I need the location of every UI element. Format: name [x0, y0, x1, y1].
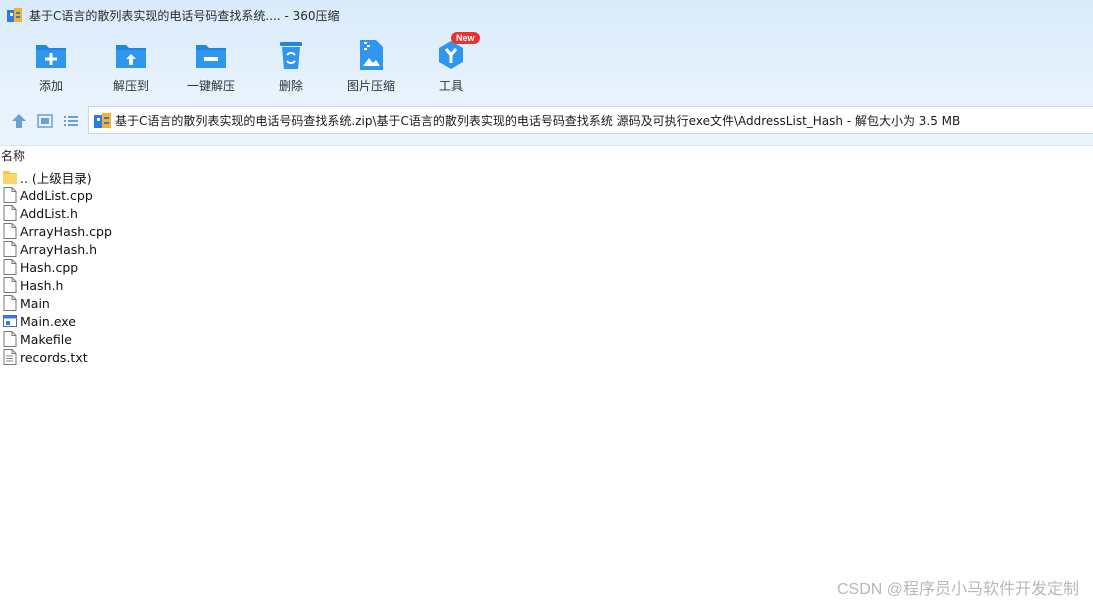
extract-to-icon	[114, 38, 148, 72]
one-click-extract-button[interactable]: 一键解压	[171, 38, 251, 98]
thumbnail-view-icon[interactable]	[36, 112, 54, 130]
file-name: .. (上级目录)	[20, 170, 92, 186]
list-item[interactable]: Hash.h	[0, 276, 400, 294]
tools-icon: New	[434, 32, 480, 72]
top-panel: 基于C语言的散列表实现的电话号码查找系统.... - 360压缩 添加 解压到 …	[0, 0, 1093, 146]
one-click-extract-icon	[194, 38, 228, 72]
new-badge: New	[451, 32, 480, 44]
executable-icon	[3, 313, 17, 329]
file-name: Hash.cpp	[20, 259, 79, 275]
file-name: ArrayHash.h	[20, 241, 98, 257]
list-item[interactable]: Hash.cpp	[0, 258, 400, 276]
image-compress-button[interactable]: 图片压缩	[331, 38, 411, 98]
tools-button[interactable]: New 工具	[411, 32, 491, 98]
list-item[interactable]: ArrayHash.cpp	[0, 222, 400, 240]
file-icon	[3, 205, 17, 221]
list-item[interactable]: records.txt	[0, 348, 400, 366]
list-item[interactable]: ArrayHash.h	[0, 240, 400, 258]
file-icon	[3, 241, 17, 257]
file-icon	[3, 223, 17, 239]
toolbar: 添加 解压到 一键解压 删除 图片压缩 New 工具	[0, 32, 700, 98]
list-item[interactable]: Main	[0, 294, 400, 312]
list-item[interactable]: AddList.cpp	[0, 186, 400, 204]
list-view-icon[interactable]	[62, 112, 80, 130]
address-bar[interactable]: 基于C语言的散列表实现的电话号码查找系统.zip\基于C语言的散列表实现的电话号…	[88, 106, 1093, 134]
list-item[interactable]: Makefile	[0, 330, 400, 348]
file-name: ArrayHash.cpp	[20, 223, 112, 239]
recycle-bin-icon	[274, 38, 308, 72]
app-window: 基于C语言的散列表实现的电话号码查找系统.... - 360压缩 添加 解压到 …	[0, 0, 1093, 607]
one-click-extract-label: 一键解压	[186, 79, 235, 93]
add-folder-icon	[34, 38, 68, 72]
list-item[interactable]: .. (上级目录)	[0, 168, 400, 186]
add-button[interactable]: 添加	[11, 38, 91, 98]
extract-to-button[interactable]: 解压到	[91, 38, 171, 98]
file-name: Main.exe	[20, 313, 76, 329]
app-logo-icon	[7, 7, 23, 23]
title-bar: 基于C语言的散列表实现的电话号码查找系统.... - 360压缩	[0, 0, 1093, 30]
file-name: Main	[20, 295, 50, 311]
file-icon	[3, 277, 17, 293]
list-item[interactable]: Main.exe	[0, 312, 400, 330]
folder-icon	[3, 169, 17, 185]
file-name: AddList.h	[20, 205, 78, 221]
window-title: 基于C语言的散列表实现的电话号码查找系统.... - 360压缩	[29, 8, 340, 23]
address-path: 基于C语言的散列表实现的电话号码查找系统.zip\基于C语言的散列表实现的电话号…	[115, 113, 961, 128]
up-arrow-icon[interactable]	[10, 112, 28, 130]
delete-label: 删除	[278, 79, 303, 93]
file-icon	[3, 187, 17, 203]
extract-to-label: 解压到	[112, 79, 149, 93]
image-compress-label: 图片压缩	[346, 79, 395, 93]
file-name: Makefile	[20, 331, 72, 347]
file-icon	[3, 259, 17, 275]
file-name: Hash.h	[20, 277, 64, 293]
file-name: records.txt	[20, 349, 88, 365]
file-list: .. (上级目录) AddList.cpp AddList.h ArrayHas…	[0, 168, 400, 366]
file-icon	[3, 295, 17, 311]
image-compress-icon	[354, 38, 388, 72]
column-header-name[interactable]: 名称	[0, 146, 1093, 166]
list-item[interactable]: AddList.h	[0, 204, 400, 222]
delete-button[interactable]: 删除	[251, 38, 331, 98]
text-file-icon	[3, 349, 17, 365]
file-icon	[3, 331, 17, 347]
file-name: AddList.cpp	[20, 187, 93, 203]
watermark: CSDN @程序员小马软件开发定制	[836, 581, 1079, 598]
archive-icon	[94, 112, 111, 128]
add-label: 添加	[38, 79, 63, 93]
tools-label: 工具	[438, 79, 463, 93]
navigation-buttons	[0, 108, 85, 134]
